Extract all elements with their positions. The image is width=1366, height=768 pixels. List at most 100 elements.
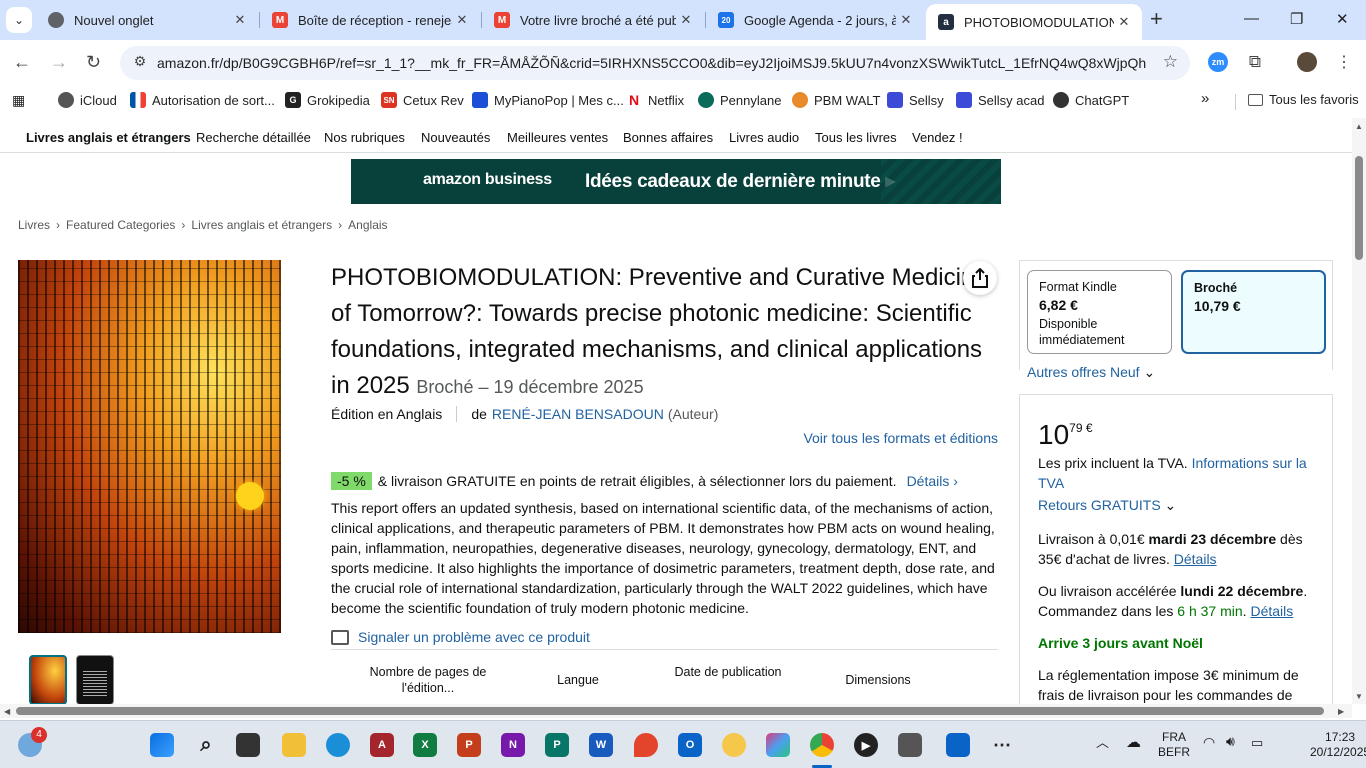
tab-amazon-product[interactable]: a PHOTOBIOMODULATION: P ✕	[926, 4, 1142, 40]
subnav-item[interactable]: Tous les livres	[815, 130, 897, 145]
address-bar[interactable]: ⚙ amazon.fr/dp/B0G9CGBH6P/ref=sr_1_1?__m…	[120, 46, 1190, 80]
bookmark-cetux[interactable]: SN Cetux Rev	[381, 92, 464, 108]
m365-icon[interactable]	[766, 733, 790, 757]
scrollbar-thumb[interactable]	[1355, 156, 1363, 260]
outlook-icon[interactable]: O	[678, 733, 702, 757]
tab-gmail-inbox[interactable]: M Boîte de réception - renejean ✕	[260, 6, 480, 34]
breadcrumb-item[interactable]: Livres	[18, 218, 50, 232]
edge-icon[interactable]	[326, 733, 350, 757]
minimize-icon[interactable]: —	[1244, 10, 1259, 27]
book-cover-image[interactable]	[18, 260, 281, 633]
maps-pin-icon[interactable]	[634, 733, 658, 757]
file-explorer-icon[interactable]	[282, 733, 306, 757]
free-returns[interactable]: Retours GRATUITS ⌄	[1038, 495, 1323, 515]
subnav-item[interactable]: Nouveautés	[421, 130, 490, 145]
camera-icon[interactable]	[898, 733, 922, 757]
bookmark-netflix[interactable]: N Netflix	[626, 92, 684, 108]
bookmark-autorisation[interactable]: Autorisation de sort...	[130, 92, 275, 108]
format-paperback[interactable]: Broché 10,79 €	[1181, 270, 1326, 354]
reload-icon[interactable]: ↻	[86, 52, 101, 73]
back-arrow-icon[interactable]: ←	[13, 52, 31, 73]
fast-delivery-details-link[interactable]: Détails	[1250, 603, 1293, 619]
other-offers-dropdown[interactable]: Autres offres Neuf ⌄	[1027, 364, 1155, 381]
horizontal-scrollbar[interactable]: ◀ ▶	[0, 704, 1352, 718]
powerpoint-icon[interactable]: P	[457, 733, 481, 757]
folder-icon	[1248, 93, 1263, 106]
tab-google-calendar[interactable]: 20 Google Agenda - 2 jours, à p ✕	[706, 6, 924, 34]
format-kindle[interactable]: Format Kindle 6,82 € Disponible immédiat…	[1027, 270, 1172, 354]
subnav-item[interactable]: Livres anglais et étrangers	[26, 130, 191, 145]
scrollbar-thumb[interactable]	[16, 707, 1324, 715]
thumbnail-front[interactable]	[29, 655, 67, 704]
thumbnail-back[interactable]	[76, 655, 114, 704]
bookmarks-overflow-icon[interactable]: »	[1201, 90, 1209, 107]
tab-gmail-book[interactable]: M Votre livre broché a été publi ✕	[482, 6, 704, 34]
close-tab-icon[interactable]: ✕	[676, 12, 696, 28]
search-icon[interactable]: ⌕	[194, 733, 218, 757]
close-tab-icon[interactable]: ✕	[452, 12, 472, 28]
kebab-menu-icon[interactable]: ⋮	[1334, 52, 1354, 72]
vertical-scrollbar[interactable]: ▲ ▼	[1352, 118, 1366, 704]
share-icon[interactable]	[963, 261, 997, 295]
delivery-details-link[interactable]: Détails	[1174, 551, 1217, 567]
word-icon[interactable]: W	[589, 733, 613, 757]
tab-new-tab[interactable]: Nouvel onglet ✕	[36, 6, 258, 34]
close-window-icon[interactable]: ✕	[1336, 10, 1349, 28]
promo-details-link[interactable]: Détails ›	[907, 473, 958, 489]
subnav-item[interactable]: Nos rubriques	[324, 130, 405, 145]
subnav-item[interactable]: Bonnes affaires	[623, 130, 713, 145]
breadcrumb-item[interactable]: Featured Categories	[66, 218, 175, 232]
clock[interactable]: 17:23 20/12/2025	[1310, 730, 1366, 760]
subnav-item[interactable]: Vendez !	[912, 130, 963, 145]
bookmark-pbm-walt[interactable]: PBM WALT	[792, 92, 880, 108]
bookmark-chatgpt[interactable]: ChatGPT	[1053, 92, 1129, 108]
close-tab-icon[interactable]: ✕	[1114, 14, 1134, 30]
bookmark-grokipedia[interactable]: G Grokipedia	[285, 92, 370, 108]
subnav-item[interactable]: Recherche détaillée	[196, 130, 311, 145]
bookmark-pennylane[interactable]: Pennylane	[698, 92, 781, 108]
bookmark-icloud[interactable]: iCloud	[58, 92, 117, 108]
bookmark-sellsy[interactable]: Sellsy	[887, 92, 944, 108]
windows-start-icon[interactable]	[150, 733, 174, 757]
extensions-puzzle-icon[interactable]: ⧉	[1245, 52, 1265, 72]
bookmark-star-icon[interactable]: ☆	[1163, 52, 1178, 72]
report-problem-link[interactable]: Signaler un problème avec ce produit	[331, 629, 590, 645]
wifi-icon[interactable]: ◠	[1203, 735, 1215, 750]
new-tab-plus-icon[interactable]: +	[1150, 8, 1163, 30]
amazon-business-banner[interactable]: amazon business Idées cadeaux de dernièr…	[351, 159, 1001, 204]
breadcrumb-item[interactable]: Anglais	[348, 218, 387, 232]
touch-icon[interactable]	[722, 733, 746, 757]
profile-avatar[interactable]	[1297, 52, 1317, 72]
close-tab-icon[interactable]: ✕	[230, 12, 250, 28]
close-tab-icon[interactable]: ✕	[896, 12, 916, 28]
access-icon[interactable]: A	[370, 733, 394, 757]
url-text[interactable]: amazon.fr/dp/B0G9CGBH6P/ref=sr_1_1?__mk_…	[157, 55, 1147, 71]
breadcrumb-item[interactable]: Livres anglais et étrangers	[191, 218, 332, 232]
author-link[interactable]: RENÉ-JEAN BENSADOUN	[492, 406, 664, 422]
all-formats-link[interactable]: Voir tous les formats et éditions	[803, 430, 998, 446]
task-view-icon[interactable]	[236, 733, 260, 757]
all-bookmarks-folder[interactable]: Tous les favoris	[1248, 92, 1359, 107]
zoom-extension-icon[interactable]: zm	[1208, 52, 1228, 72]
cloud-icon[interactable]: ☁	[1126, 735, 1141, 750]
onenote-icon[interactable]: N	[501, 733, 525, 757]
store-icon[interactable]	[946, 733, 970, 757]
subnav-item[interactable]: Livres audio	[729, 130, 799, 145]
tab-search-chevron-icon[interactable]: ⌄	[6, 7, 32, 33]
input-language[interactable]: FRA BEFR	[1158, 730, 1190, 760]
bookmark-mypianopop[interactable]: MyPianoPop | Mes c...	[472, 92, 624, 108]
restore-icon[interactable]: ❐	[1290, 10, 1303, 28]
media-player-icon[interactable]: ▶	[854, 733, 878, 757]
apps-grid-icon[interactable]: ▦	[12, 92, 25, 109]
forward-arrow-icon[interactable]: →	[50, 52, 68, 73]
volume-icon[interactable]: 🔊︎	[1226, 734, 1235, 749]
publisher-icon[interactable]: P	[545, 733, 569, 757]
subnav-item[interactable]: Meilleures ventes	[507, 130, 608, 145]
site-info-icon[interactable]: ⚙	[130, 53, 150, 73]
bookmark-sellsy-acad[interactable]: Sellsy acad	[956, 92, 1044, 108]
battery-icon[interactable]: ▭	[1251, 735, 1263, 750]
more-apps-icon[interactable]: ⋯	[990, 733, 1014, 757]
tray-overflow-chevron-icon[interactable]: ︿	[1096, 735, 1109, 750]
excel-icon[interactable]: X	[413, 733, 437, 757]
chrome-taskbar-icon[interactable]	[810, 733, 834, 757]
